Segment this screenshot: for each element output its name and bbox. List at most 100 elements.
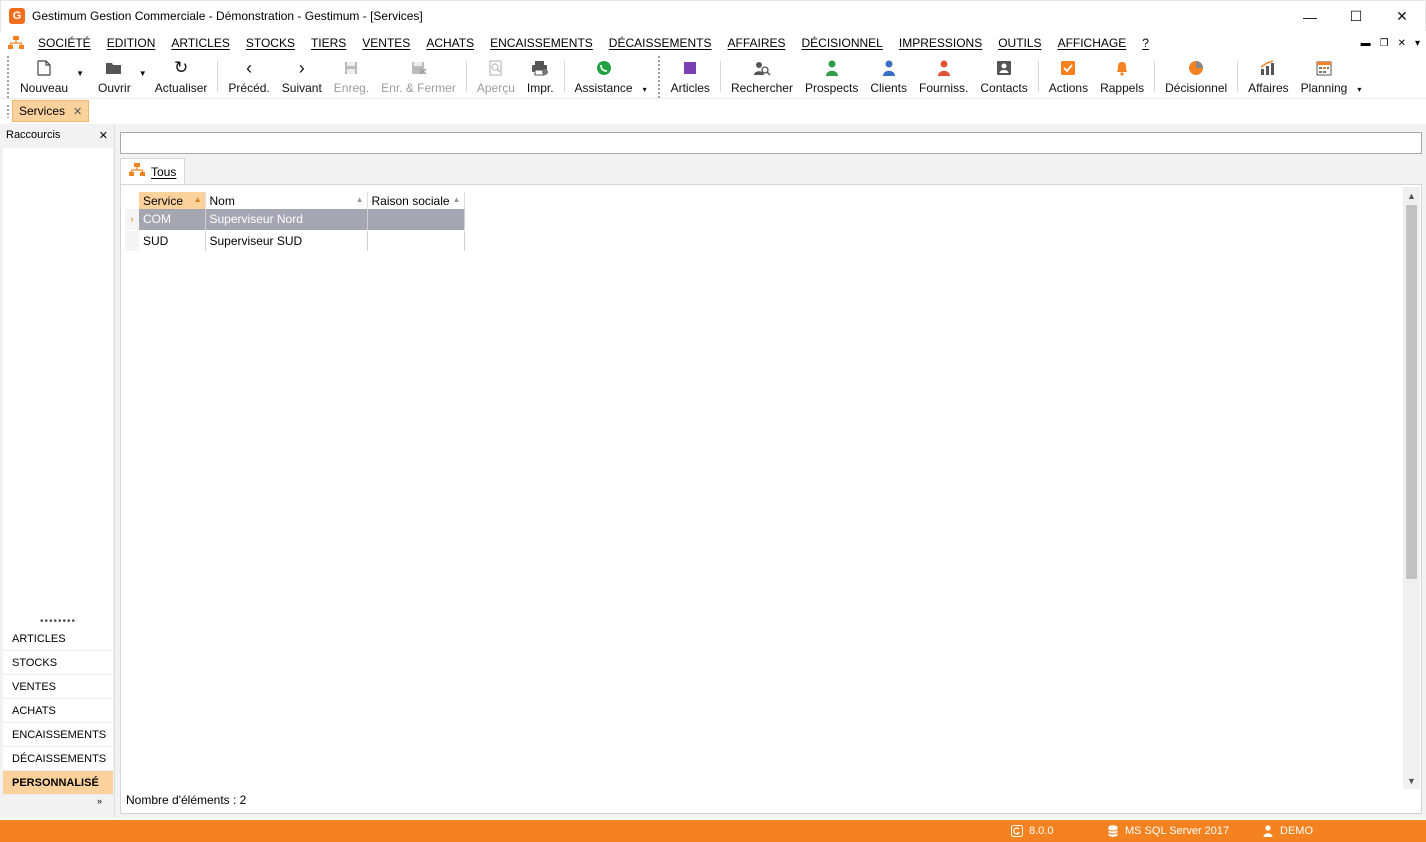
ouvrir-label: Ouvrir: [98, 81, 131, 95]
apercu-button[interactable]: Aperçu: [471, 55, 521, 98]
nouveau-button[interactable]: Nouveau ▼: [14, 55, 86, 98]
impr-button[interactable]: Impr.: [521, 55, 560, 98]
nav-decaissements[interactable]: DÉCAISSEMENTS: [3, 747, 113, 771]
table-row[interactable]: SUD Superviseur SUD: [125, 230, 465, 252]
menu-achats[interactable]: ACHATS: [418, 32, 482, 54]
clients-button[interactable]: Clients: [864, 55, 913, 98]
column-nom-label: Nom: [209, 193, 235, 208]
actualiser-button[interactable]: ↻ Actualiser: [149, 55, 214, 98]
cell-nom[interactable]: Superviseur SUD: [205, 230, 368, 252]
menu-affaires[interactable]: AFFAIRES: [719, 32, 793, 54]
cell-service[interactable]: SUD: [139, 230, 206, 252]
close-button[interactable]: ✕: [1379, 1, 1425, 32]
open-folder-icon: [105, 59, 123, 77]
nav-more-icon[interactable]: »: [97, 796, 102, 806]
minimize-button[interactable]: —: [1287, 1, 1333, 32]
nav-achats[interactable]: ACHATS: [3, 699, 113, 723]
column-service-label: Service: [143, 193, 184, 208]
tab-services[interactable]: Services ✕: [12, 100, 90, 122]
menu-decaissements[interactable]: DÉCAISSEMENTS: [601, 32, 720, 54]
scroll-up-icon[interactable]: ▲: [1403, 187, 1420, 204]
cell-nom[interactable]: Superviseur Nord: [205, 209, 368, 231]
user-icon: [1262, 825, 1274, 837]
contact-card-icon: [995, 59, 1013, 77]
close-panel-icon[interactable]: ✕: [99, 129, 108, 142]
enr-fermer-label: Enr. & Fermer: [381, 81, 456, 95]
filter-input[interactable]: [120, 132, 1422, 154]
status-user: DEMO: [1262, 820, 1313, 842]
panel-splitter[interactable]: ••••••••: [40, 616, 76, 627]
nav-encaissements[interactable]: ENCAISSEMENTS: [3, 723, 113, 747]
suivant-button[interactable]: › Suivant: [276, 55, 328, 98]
menu-outils[interactable]: OUTILS: [990, 32, 1049, 54]
rappels-button[interactable]: Rappels: [1094, 55, 1150, 98]
menu-ventes[interactable]: VENTES: [354, 32, 418, 54]
ouvrir-button[interactable]: Ouvrir ▼: [86, 55, 149, 98]
toolbar-grip[interactable]: [6, 55, 10, 98]
toolbar-more-icon[interactable]: ▾: [1353, 85, 1365, 94]
nav-articles[interactable]: ARTICLES: [3, 627, 113, 651]
affaires-button[interactable]: Affaires: [1242, 55, 1294, 98]
cell-service[interactable]: COM: [139, 209, 206, 231]
table-row[interactable]: › COM Superviseur Nord: [125, 209, 465, 231]
enreg-button[interactable]: Enreg.: [328, 55, 375, 98]
assistance-button[interactable]: Assistance: [569, 55, 639, 98]
contacts-button[interactable]: Contacts: [974, 55, 1033, 98]
mdi-minimize-button[interactable]: ▬: [1361, 38, 1371, 49]
save-icon: [342, 59, 360, 77]
gestimum-logo-icon: [1011, 825, 1023, 837]
menu-help[interactable]: ?: [1134, 32, 1157, 54]
doctabs-grip: [6, 104, 10, 118]
fourniss-button[interactable]: Fourniss.: [913, 55, 974, 98]
apercu-label: Aperçu: [476, 81, 515, 95]
nav-personnalise[interactable]: PERSONNALISÉ: [3, 771, 113, 795]
rechercher-button[interactable]: Rechercher: [725, 55, 799, 98]
preced-button[interactable]: ‹ Précéd.: [222, 55, 275, 98]
nav-stocks[interactable]: STOCKS: [3, 651, 113, 675]
bar-chart-icon: [1259, 59, 1277, 77]
toolbar-grip[interactable]: [656, 55, 661, 98]
save-close-icon: [410, 59, 428, 77]
vertical-scrollbar[interactable]: ▲ ▼: [1403, 187, 1420, 789]
column-header-nom[interactable]: Nom ▲: [205, 192, 368, 209]
menu-tiers[interactable]: TIERS: [303, 32, 354, 54]
toolbar-more-icon[interactable]: ▾: [639, 85, 651, 94]
menu-societe[interactable]: SOCIÉTÉ: [30, 32, 99, 54]
fourniss-label: Fourniss.: [919, 81, 969, 95]
mdi-close-button[interactable]: ✕: [1398, 38, 1406, 49]
cell-raison-sociale[interactable]: [367, 209, 465, 231]
menu-impressions[interactable]: IMPRESSIONS: [891, 32, 990, 54]
enr-fermer-button[interactable]: Enr. & Fermer: [375, 55, 462, 98]
menu-decisionnel[interactable]: DÉCISIONNEL: [794, 32, 891, 54]
actions-button[interactable]: Actions: [1043, 55, 1094, 98]
scroll-thumb[interactable]: [1406, 205, 1417, 579]
cell-raison-sociale[interactable]: [367, 230, 465, 252]
column-header-service[interactable]: Service ▲: [139, 192, 206, 209]
chevron-left-icon: ‹: [246, 58, 253, 78]
ouvrir-dropdown-icon[interactable]: ▼: [139, 69, 147, 78]
nouveau-dropdown-icon[interactable]: ▼: [76, 69, 84, 78]
column-header-raison-sociale[interactable]: Raison sociale ▲: [367, 192, 465, 209]
contacts-label: Contacts: [980, 81, 1028, 95]
tab-tous-label: Tous: [151, 164, 177, 179]
pie-chart-icon: [1187, 59, 1205, 77]
prospect-person-icon: [823, 59, 841, 77]
planning-button[interactable]: Planning: [1295, 55, 1354, 98]
mdi-restore-button[interactable]: ❐: [1380, 38, 1389, 49]
menu-articles[interactable]: ARTICLES: [163, 32, 237, 54]
close-tab-icon[interactable]: ✕: [73, 105, 82, 118]
maximize-button[interactable]: ☐: [1333, 1, 1379, 32]
menu-affichage[interactable]: AFFICHAGE: [1050, 32, 1135, 54]
articles-square-icon: [681, 59, 699, 77]
mdi-more-button[interactable]: ▾: [1415, 38, 1420, 49]
articles-button[interactable]: Articles: [665, 55, 716, 98]
calendar-grid-icon: [1315, 59, 1333, 77]
nav-ventes[interactable]: VENTES: [3, 675, 113, 699]
decisionnel-button[interactable]: Décisionnel: [1159, 55, 1233, 98]
menu-stocks[interactable]: STOCKS: [238, 32, 303, 54]
tab-tous[interactable]: Tous: [120, 158, 186, 184]
scroll-down-icon[interactable]: ▼: [1403, 772, 1420, 789]
prospects-button[interactable]: Prospects: [799, 55, 864, 98]
menu-encaissements[interactable]: ENCAISSEMENTS: [482, 32, 601, 54]
menu-edition[interactable]: EDITION: [99, 32, 164, 54]
